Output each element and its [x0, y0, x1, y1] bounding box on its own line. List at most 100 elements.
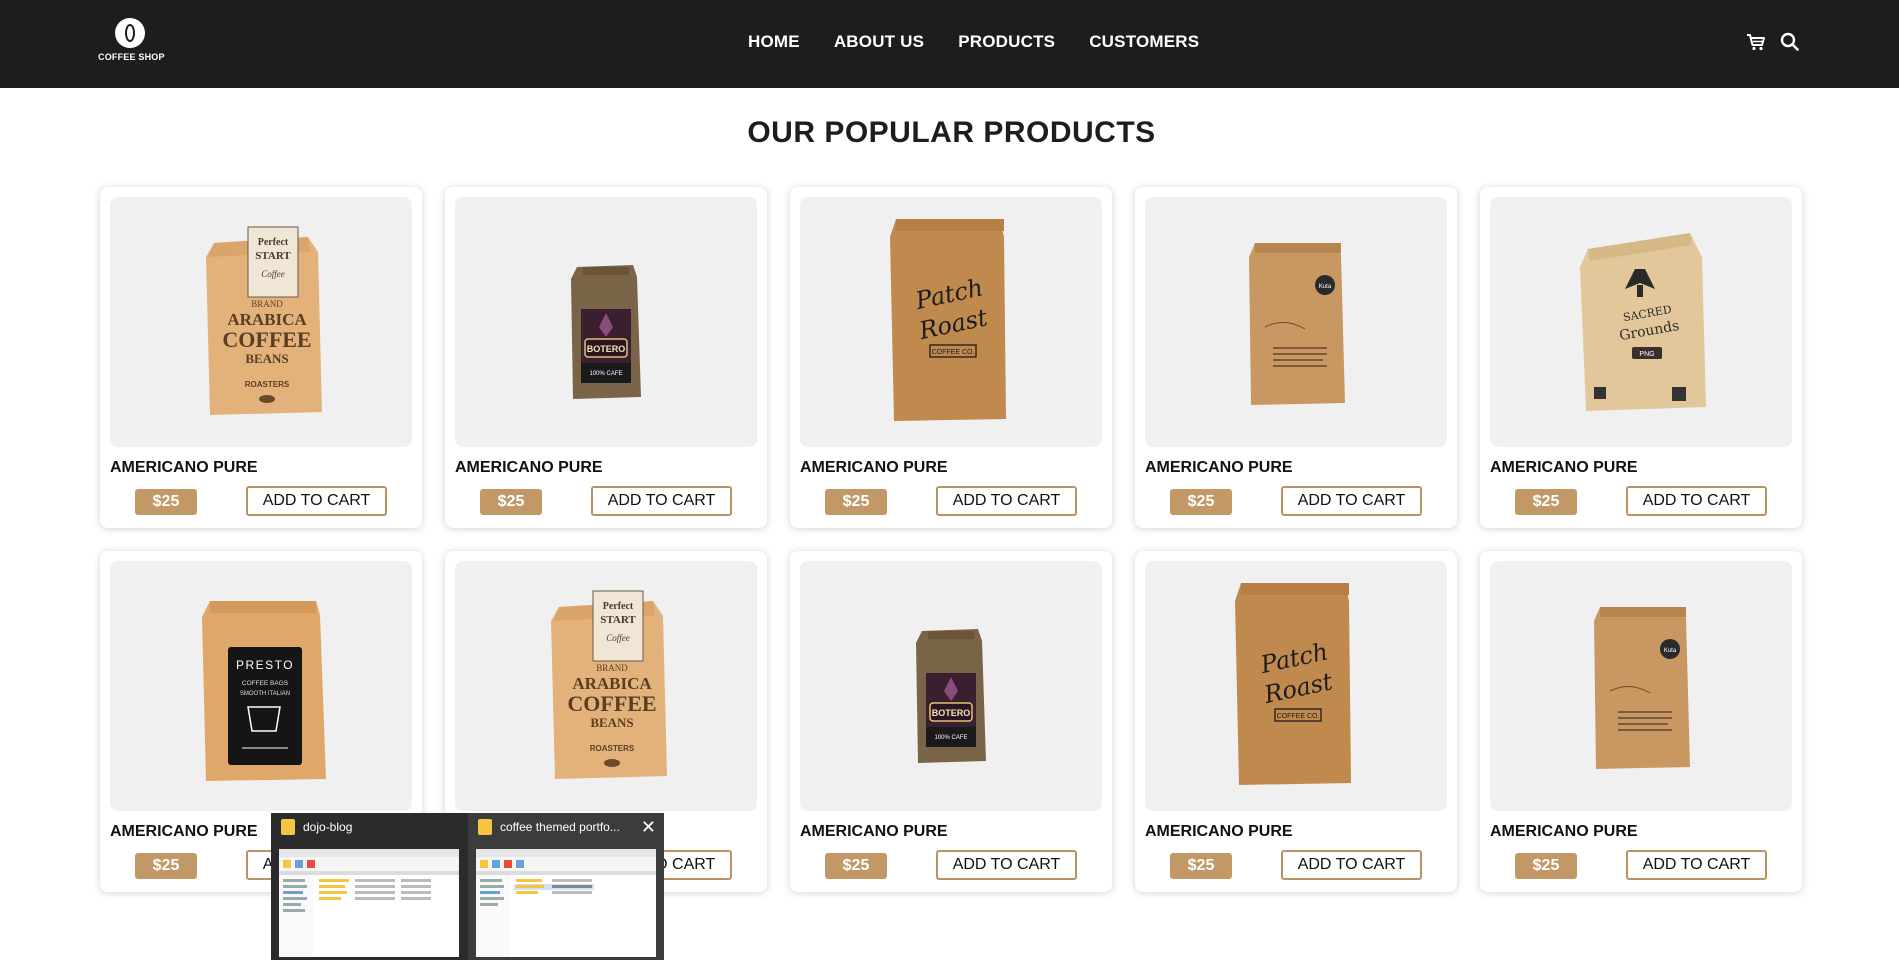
product-price: $25: [1170, 489, 1232, 515]
window-thumbnail: [279, 849, 459, 957]
window-thumbnail: [476, 849, 656, 957]
product-price: $25: [1515, 853, 1577, 879]
svg-text:100% CAFE: 100% CAFE: [589, 371, 622, 377]
svg-text:BEANS: BEANS: [245, 351, 288, 366]
product-card[interactable]: Patch Roast COFFEE CO. AMERICANO PURE $2…: [790, 187, 1112, 528]
add-to-cart-button[interactable]: ADD TO CART: [591, 486, 732, 516]
product-image[interactable]: Kuta: [1145, 197, 1447, 447]
product-price: $25: [480, 489, 542, 515]
nav-link-about-us[interactable]: ABOUT US: [834, 32, 924, 52]
nav-link-customers[interactable]: CUSTOMERS: [1089, 32, 1199, 52]
botero-coffee-bag-icon: BOTERO 100% CAFE: [571, 265, 641, 399]
svg-text:START: START: [255, 250, 291, 262]
svg-text:COFFEE BAGS: COFFEE BAGS: [242, 680, 289, 687]
botero-coffee-bag-icon: BOTERO 100% CAFE: [916, 629, 986, 763]
patch-roast-pouch-icon: Patch Roast COFFEE CO.: [1235, 583, 1351, 785]
brand-logo[interactable]: COFFEE SHOP: [98, 18, 165, 66]
add-to-cart-button[interactable]: ADD TO CART: [936, 486, 1077, 516]
svg-text:START: START: [600, 614, 636, 626]
product-name: AMERICANO PURE: [455, 459, 603, 476]
add-to-cart-button[interactable]: ADD TO CART: [936, 850, 1077, 880]
product-name: AMERICANO PURE: [110, 459, 258, 476]
product-image[interactable]: PRESTO COFFEE BAGS SMOOTH ITALIAN: [110, 561, 412, 811]
product-price: $25: [825, 489, 887, 515]
nav-links: HOME ABOUT US PRODUCTS CUSTOMERS: [748, 32, 1199, 52]
svg-text:BOTERO: BOTERO: [932, 708, 971, 718]
add-to-cart-button[interactable]: ADD TO CART: [246, 486, 387, 516]
svg-text:BRAND: BRAND: [251, 299, 283, 309]
add-to-cart-button[interactable]: ADD TO CART: [1281, 850, 1422, 880]
product-price: $25: [1515, 489, 1577, 515]
product-card[interactable]: Patch Roast COFFEE CO. AMERICANO PURE $2…: [1135, 551, 1457, 892]
product-image[interactable]: Patch Roast COFFEE CO.: [1145, 561, 1447, 811]
product-card[interactable]: SACRED Grounds PNG AMERICANO PURE $25 AD…: [1480, 187, 1802, 528]
nav-link-home[interactable]: HOME: [748, 32, 800, 52]
product-name: AMERICANO PURE: [800, 459, 948, 476]
product-image[interactable]: Patch Roast COFFEE CO.: [800, 197, 1102, 447]
add-to-cart-button[interactable]: ADD TO CART: [1626, 850, 1767, 880]
coffee-bean-logo-icon: [115, 18, 145, 48]
patch-roast-pouch-icon: Patch Roast COFFEE CO.: [890, 219, 1006, 421]
window-title: coffee themed portfo...: [500, 820, 620, 834]
svg-text:ROASTERS: ROASTERS: [245, 380, 290, 389]
taskbar-preview: dojo-blog coffee themed portfo... ✕: [271, 813, 664, 960]
presto-coffee-bag-icon: PRESTO COFFEE BAGS SMOOTH ITALIAN: [202, 601, 326, 781]
product-image[interactable]: Perfect START Coffee BRAND ARABICA COFFE…: [110, 197, 412, 447]
svg-text:Coffee: Coffee: [261, 269, 285, 279]
product-image[interactable]: BOTERO 100% CAFE: [800, 561, 1102, 811]
search-icon[interactable]: [1780, 32, 1799, 51]
svg-text:100% CAFE: 100% CAFE: [934, 735, 967, 741]
folder-icon: [281, 819, 295, 835]
svg-text:BOTERO: BOTERO: [587, 344, 626, 354]
navbar: COFFEE SHOP HOME ABOUT US PRODUCTS CUSTO…: [0, 0, 1899, 88]
svg-text:COFFEE CO.: COFFEE CO.: [1277, 713, 1320, 720]
add-to-cart-button[interactable]: ADD TO CART: [1626, 486, 1767, 516]
nav-icons: [1746, 32, 1799, 51]
svg-text:COFFEE: COFFEE: [222, 327, 311, 352]
product-name: AMERICANO PURE: [800, 823, 948, 840]
product-image[interactable]: Kuta: [1490, 561, 1792, 811]
svg-text:COFFEE CO.: COFFEE CO.: [932, 349, 975, 356]
taskbar-window-dojo-blog[interactable]: dojo-blog: [271, 813, 467, 960]
kraft-pouch-small-icon: Kuta: [1249, 243, 1345, 405]
folder-icon: [478, 819, 492, 835]
svg-text:Perfect: Perfect: [603, 601, 634, 612]
svg-text:Coffee: Coffee: [606, 633, 630, 643]
svg-text:BEANS: BEANS: [590, 715, 633, 730]
product-name: AMERICANO PURE: [1145, 459, 1293, 476]
product-card[interactable]: Kuta AMERICANO PURE $25 ADD TO CART: [1135, 187, 1457, 528]
section-title: OUR POPULAR PRODUCTS: [747, 116, 1156, 149]
nav-link-products[interactable]: PRODUCTS: [958, 32, 1055, 52]
product-card[interactable]: Kuta AMERICANO PURE $25 ADD TO CART: [1480, 551, 1802, 892]
product-image[interactable]: SACRED Grounds PNG: [1490, 197, 1792, 447]
cart-icon[interactable]: [1746, 33, 1766, 51]
taskbar-window-coffee-portfolio[interactable]: coffee themed portfo... ✕: [468, 813, 664, 960]
svg-text:Kuta: Kuta: [1319, 284, 1332, 290]
svg-text:Kuta: Kuta: [1664, 648, 1677, 654]
product-price: $25: [135, 489, 197, 515]
close-icon[interactable]: ✕: [641, 817, 656, 838]
product-name: AMERICANO PURE: [1490, 459, 1638, 476]
product-price: $25: [135, 853, 197, 879]
product-price: $25: [1170, 853, 1232, 879]
product-card[interactable]: BOTERO 100% CAFE AMERICANO PURE $25 ADD …: [445, 187, 767, 528]
svg-text:BRAND: BRAND: [596, 663, 628, 673]
product-price: $25: [825, 853, 887, 879]
svg-text:Perfect: Perfect: [258, 237, 289, 248]
product-card[interactable]: Perfect START Coffee BRAND ARABICA COFFE…: [100, 187, 422, 528]
product-image[interactable]: BOTERO 100% CAFE: [455, 197, 757, 447]
svg-text:PRESTO: PRESTO: [236, 658, 294, 672]
product-card[interactable]: BOTERO 100% CAFE AMERICANO PURE $25 ADD …: [790, 551, 1112, 892]
arabica-coffee-beans-bag-icon: Perfect START Coffee BRAND ARABICA COFFE…: [206, 226, 322, 415]
add-to-cart-button[interactable]: ADD TO CART: [1281, 486, 1422, 516]
product-image[interactable]: Perfect START Coffee BRAND ARABICA COFFE…: [455, 561, 757, 811]
kraft-pouch-small-icon: Kuta: [1594, 607, 1690, 769]
product-name: AMERICANO PURE: [110, 823, 258, 840]
arabica-coffee-beans-bag-icon: Perfect START Coffee BRAND ARABICA COFFE…: [551, 590, 667, 779]
svg-text:PNG: PNG: [1639, 351, 1654, 358]
window-title: dojo-blog: [303, 820, 353, 834]
product-name: AMERICANO PURE: [1145, 823, 1293, 840]
svg-text:SMOOTH ITALIAN: SMOOTH ITALIAN: [240, 691, 290, 697]
brand-name: COFFEE SHOP: [98, 52, 165, 62]
sacred-grounds-bag-icon: SACRED Grounds PNG: [1580, 233, 1706, 411]
